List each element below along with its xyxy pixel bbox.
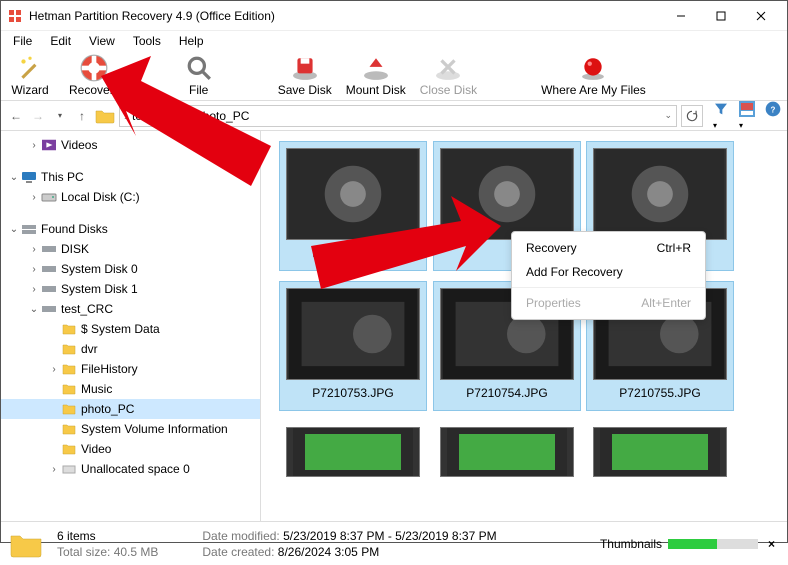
close-button[interactable]	[741, 2, 781, 30]
mountdisk-icon	[362, 54, 390, 82]
context-menu: RecoveryCtrl+R Add For Recovery Properti…	[511, 231, 706, 320]
savedisk-button[interactable]: Save Disk	[278, 54, 332, 97]
tree-node-video[interactable]: Video	[1, 439, 260, 459]
savedisk-icon	[291, 54, 319, 82]
nav-back-button[interactable]: ←	[7, 107, 25, 125]
tree-node-testcrc[interactable]: ⌄test_CRC	[1, 299, 260, 319]
redbutton-icon	[579, 54, 607, 82]
nav-history-button[interactable]: ▾	[51, 107, 69, 125]
closedisk-icon	[434, 54, 462, 82]
menu-view[interactable]: View	[81, 32, 123, 50]
filter-icon[interactable]: ▾	[713, 101, 729, 131]
view-icon[interactable]: ▾	[739, 101, 755, 131]
where-button[interactable]: Where Are My Files	[541, 54, 646, 97]
tree-node-founddisks[interactable]: ⌄ Found Disks	[1, 219, 260, 239]
breadcrumb[interactable]: › test_CRC › photo_PC ⌄	[119, 105, 677, 127]
magnifier-icon	[185, 54, 213, 82]
thumbnail-item[interactable]: P7210753.JPG	[279, 281, 427, 411]
mountdisk-button[interactable]: Mount Disk	[346, 54, 406, 97]
thumbnail-item[interactable]	[279, 421, 427, 481]
recovery-button[interactable]: Recovery	[69, 54, 120, 97]
tree-node-sd0[interactable]: ›System Disk 0	[1, 259, 260, 279]
tree-node-fh[interactable]: ›FileHistory	[1, 359, 260, 379]
status-bar: 6 items Total size: 40.5 MB Date modifie…	[1, 521, 787, 565]
menu-edit[interactable]: Edit	[42, 32, 79, 50]
file-button[interactable]: File	[174, 54, 224, 97]
window-controls	[661, 2, 781, 30]
window-title: Hetman Partition Recovery 4.9 (Office Ed…	[29, 9, 661, 23]
thumbnail-item[interactable]	[586, 421, 734, 481]
title-bar: Hetman Partition Recovery 4.9 (Office Ed…	[1, 1, 787, 31]
svg-text:?: ?	[771, 105, 776, 114]
status-total: Total size: 40.5 MB	[57, 545, 158, 559]
thumbnail-item[interactable]: P7210750.JPG	[279, 141, 427, 271]
ctx-add-for-recovery[interactable]: Add For Recovery	[512, 260, 705, 284]
tree-node-videos[interactable]: › Videos	[1, 135, 260, 155]
tree-node-ssd[interactable]: $ System Data	[1, 319, 260, 339]
ctx-recovery[interactable]: RecoveryCtrl+R	[512, 236, 705, 260]
thumbnails-progress	[668, 539, 758, 549]
content-area: › Videos ⌄ This PC › Local Disk (C:) ⌄ F…	[1, 131, 787, 521]
lifebuoy-icon	[80, 54, 108, 82]
closedisk-button[interactable]: Close Disk	[420, 54, 477, 97]
status-summary: 6 items Total size: 40.5 MB	[57, 529, 158, 559]
wizard-label: Wizard	[11, 83, 48, 97]
tree-node-sd1[interactable]: ›System Disk 1	[1, 279, 260, 299]
folder-icon	[95, 108, 115, 124]
thumbnail-image	[593, 148, 727, 240]
file-label: File	[189, 83, 208, 97]
app-icon	[7, 8, 23, 24]
thumbnail-image	[440, 148, 574, 240]
chevron-right-icon: ›	[124, 109, 128, 123]
menu-tools[interactable]: Tools	[125, 32, 169, 50]
breadcrumb-seg-2[interactable]: photo_PC	[196, 109, 249, 123]
tree-node-music[interactable]: Music	[1, 379, 260, 399]
ctx-separator	[512, 287, 705, 288]
tree-node-thispc[interactable]: ⌄ This PC	[1, 167, 260, 187]
menu-file[interactable]: File	[5, 32, 40, 50]
thumbnail-caption: P7210754.JPG	[440, 386, 574, 400]
tree-panel[interactable]: › Videos ⌄ This PC › Local Disk (C:) ⌄ F…	[1, 131, 261, 521]
mountdisk-label: Mount Disk	[346, 83, 406, 97]
cancel-thumbnails-button[interactable]: ×	[764, 537, 779, 551]
thumbnail-item[interactable]	[433, 421, 581, 481]
tree-node-photo[interactable]: photo_PC	[1, 399, 260, 419]
tree-node-dvr[interactable]: dvr	[1, 339, 260, 359]
tree-node-localdisk[interactable]: › Local Disk (C:)	[1, 187, 260, 207]
breadcrumb-seg-1[interactable]: test_CRC	[132, 109, 184, 123]
menu-help[interactable]: Help	[171, 32, 212, 50]
status-items: 6 items	[57, 529, 158, 543]
menu-bar: File Edit View Tools Help	[1, 31, 787, 51]
toolbar: Wizard Recovery File Save Disk Mount Dis…	[1, 51, 787, 101]
ctx-properties[interactable]: PropertiesAlt+Enter	[512, 291, 705, 315]
wizard-icon	[16, 54, 44, 82]
breadcrumb-dropdown-icon[interactable]: ⌄	[664, 110, 672, 121]
closedisk-label: Close Disk	[420, 83, 477, 97]
status-thumbnails-label: Thumbnails	[600, 537, 662, 551]
thumbnail-image	[286, 148, 420, 240]
maximize-button[interactable]	[701, 2, 741, 30]
refresh-button[interactable]	[681, 105, 703, 127]
where-label: Where Are My Files	[541, 83, 646, 97]
thumbnail-image	[286, 288, 420, 380]
recovery-label: Recovery	[69, 83, 120, 97]
thumbnail-grid[interactable]: P7210750.JPG P7210753.JPG P7210754.JPG P…	[261, 131, 787, 521]
tree-node-svi[interactable]: System Volume Information	[1, 419, 260, 439]
thumbnail-caption: P7210750.JPG	[286, 246, 420, 260]
minimize-button[interactable]	[661, 2, 701, 30]
wizard-button[interactable]: Wizard	[5, 54, 55, 97]
thumbnail-caption: P7210753.JPG	[286, 386, 420, 400]
folder-icon	[9, 530, 43, 558]
thumbnail-caption: P7210755.JPG	[593, 386, 727, 400]
status-dates: Date modified: 5/23/2019 8:37 PM - 5/23/…	[202, 529, 496, 559]
nav-bar: ← → ▾ ↑ › test_CRC › photo_PC ⌄ ▾ ▾ ?	[1, 101, 787, 131]
chevron-right-icon: ›	[188, 109, 192, 123]
tree-node-un0[interactable]: ›Unallocated space 0	[1, 459, 260, 479]
help-icon[interactable]: ?	[765, 101, 781, 131]
nav-up-button[interactable]: ↑	[73, 107, 91, 125]
tree-node-disk[interactable]: ›DISK	[1, 239, 260, 259]
nav-forward-button[interactable]: →	[29, 107, 47, 125]
savedisk-label: Save Disk	[278, 83, 332, 97]
